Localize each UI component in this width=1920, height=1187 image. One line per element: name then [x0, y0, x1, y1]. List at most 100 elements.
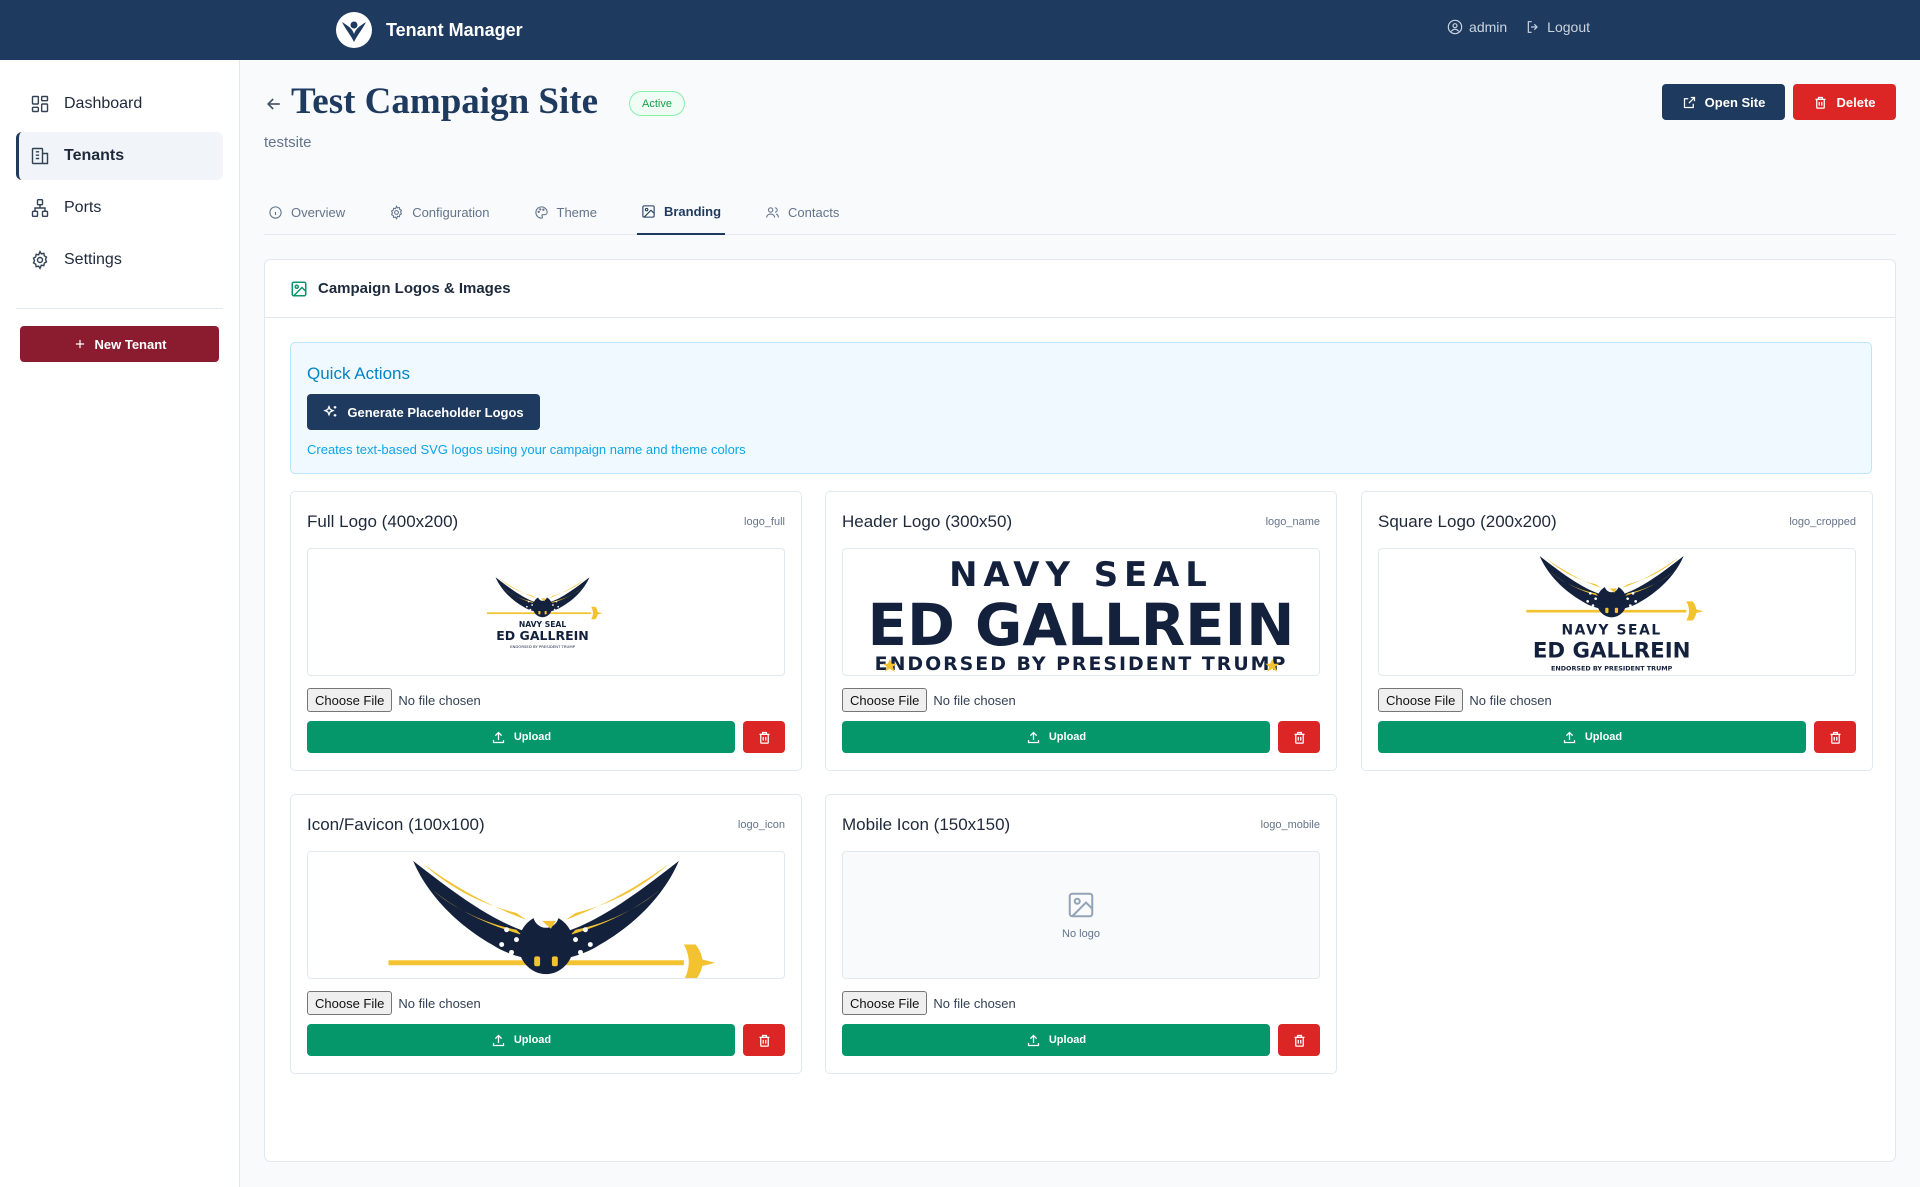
page-title: Test Campaign Site [291, 81, 599, 122]
delete-logo-button[interactable] [1278, 721, 1320, 753]
logo-card-square: Square Logo (200x200) logo_cropped NAVY … [1361, 491, 1873, 771]
gear-icon [32, 250, 48, 270]
external-link-icon [1683, 96, 1695, 108]
no-logo-placeholder: No logo [1062, 890, 1100, 940]
upload-button[interactable]: Upload [842, 721, 1270, 753]
info-icon [269, 206, 282, 219]
upload-button[interactable]: Upload [842, 1024, 1270, 1056]
tab-label: Theme [556, 205, 597, 220]
dashboard-icon [31, 95, 49, 113]
tab-configuration[interactable]: Configuration [385, 190, 493, 235]
brand-logo-icon [336, 12, 372, 48]
quick-actions-description: Creates text-based SVG logos using your … [307, 442, 746, 457]
logo-line2: ED GALLREIN [868, 591, 1295, 659]
upload-label: Upload [513, 731, 552, 743]
sidebar-item-ports[interactable]: Ports [16, 184, 223, 232]
generate-placeholder-logos-button[interactable]: Generate Placeholder Logos [307, 394, 540, 430]
logo-preview: NAVY SEAL ED GALLREIN ENDORSED BY PRESID… [1378, 548, 1856, 676]
logout-link[interactable]: Logout [1525, 19, 1590, 35]
sidebar-item-dashboard[interactable]: Dashboard [16, 80, 223, 128]
status-badge: Active [629, 91, 685, 116]
upload-button[interactable]: Upload [307, 721, 735, 753]
logo-line3: ENDORSED BY PRESIDENT TRUMP [1551, 665, 1673, 673]
choose-file-button[interactable]: Choose File [1378, 688, 1464, 712]
delete-logo-button[interactable] [1278, 1024, 1320, 1056]
file-status: No file chosen [933, 995, 1016, 1011]
logo-key: logo_full [744, 516, 785, 528]
delete-logo-button[interactable] [1814, 721, 1856, 753]
upload-icon [492, 1034, 504, 1046]
delete-label: Delete [1836, 94, 1876, 110]
logout-label: Logout [1547, 19, 1590, 35]
user-circle-icon [1447, 19, 1463, 35]
new-tenant-label: New Tenant [94, 336, 167, 352]
logo-preview: NAVY SEAL ED GALLREIN ENDORSED BY PRESID… [307, 548, 785, 676]
file-status: No file chosen [398, 995, 481, 1011]
tab-contacts[interactable]: Contacts [761, 190, 843, 235]
file-input[interactable]: Choose File No file chosen [307, 991, 481, 1015]
tab-overview[interactable]: Overview [264, 190, 349, 235]
quick-actions-title: Quick Actions [307, 364, 410, 383]
file-input[interactable]: Choose File No file chosen [1378, 688, 1552, 712]
upload-button[interactable]: Upload [1378, 721, 1806, 753]
image-icon [291, 281, 307, 296]
user-account[interactable]: admin [1447, 19, 1507, 35]
sidebar-nav: Dashboard Tenants Ports Settings [0, 60, 239, 284]
card-header: Campaign Logos & Images [265, 260, 1895, 318]
logo-line2: ED GALLREIN [496, 628, 589, 643]
tab-branding[interactable]: Branding [636, 190, 726, 235]
file-input[interactable]: Choose File No file chosen [842, 688, 1016, 712]
trash-icon [759, 1034, 769, 1047]
logo-key: logo_name [1265, 516, 1320, 528]
building-icon [31, 147, 49, 165]
back-arrow-icon[interactable] [264, 94, 284, 114]
logo-preview: No logo [842, 851, 1320, 979]
campaign-logo-cropped-image: NAVY SEAL ED GALLREIN ENDORSED BY PRESID… [1526, 556, 1704, 673]
delete-button[interactable]: Delete [1793, 84, 1896, 120]
choose-file-button[interactable]: Choose File [307, 688, 393, 712]
upload-icon [1027, 731, 1039, 743]
sidebar-item-tenants[interactable]: Tenants [16, 132, 223, 180]
users-icon [766, 207, 780, 218]
sidebar-item-label: Tenants [64, 147, 125, 164]
palette-icon [534, 206, 548, 219]
upload-label: Upload [1584, 731, 1623, 743]
logo-line2: ED GALLREIN [1533, 638, 1691, 663]
delete-logo-button[interactable] [743, 721, 785, 753]
upload-button[interactable]: Upload [307, 1024, 735, 1056]
tab-theme[interactable]: Theme [530, 190, 601, 235]
open-site-label: Open Site [1704, 94, 1766, 110]
trash-icon [1830, 731, 1840, 744]
logo-card-header: Header Logo (300x50) logo_name NAVY SEAL… [825, 491, 1337, 771]
no-logo-label: No logo [1062, 928, 1100, 940]
tab-label: Overview [291, 205, 346, 220]
user-menu: admin Logout [1447, 19, 1590, 35]
sidebar-item-label: Settings [64, 251, 122, 268]
choose-file-button[interactable]: Choose File [842, 991, 928, 1015]
file-input[interactable]: Choose File No file chosen [307, 688, 481, 712]
logo-key: logo_icon [737, 819, 785, 831]
brand[interactable]: Tenant Manager [334, 10, 523, 50]
logo-key: logo_mobile [1260, 819, 1320, 831]
gear-icon [391, 205, 403, 220]
choose-file-button[interactable]: Choose File [842, 688, 928, 712]
image-icon [642, 205, 655, 218]
logo-title: Icon/Favicon (100x100) [307, 815, 485, 834]
new-tenant-button[interactable]: New Tenant [20, 326, 219, 362]
sidebar: Dashboard Tenants Ports Settings New Ten… [0, 60, 240, 1187]
sparkles-icon [323, 404, 337, 417]
file-input[interactable]: Choose File No file chosen [842, 991, 1016, 1015]
image-placeholder-icon [1068, 892, 1094, 918]
sidebar-item-settings[interactable]: Settings [16, 236, 223, 284]
logo-title: Full Logo (400x200) [307, 512, 459, 531]
open-site-button[interactable]: Open Site [1662, 84, 1785, 120]
sidebar-item-label: Dashboard [64, 95, 143, 112]
network-icon [31, 198, 49, 218]
upload-label: Upload [513, 1034, 552, 1046]
logo-line3: ENDORSED BY PRESIDENT TRUMP [875, 653, 1288, 675]
upload-label: Upload [1048, 1034, 1087, 1046]
logo-card-full: Full Logo (400x200) logo_full NAVY SEAL … [290, 491, 802, 771]
tab-label: Branding [663, 204, 722, 219]
choose-file-button[interactable]: Choose File [307, 991, 393, 1015]
delete-logo-button[interactable] [743, 1024, 785, 1056]
